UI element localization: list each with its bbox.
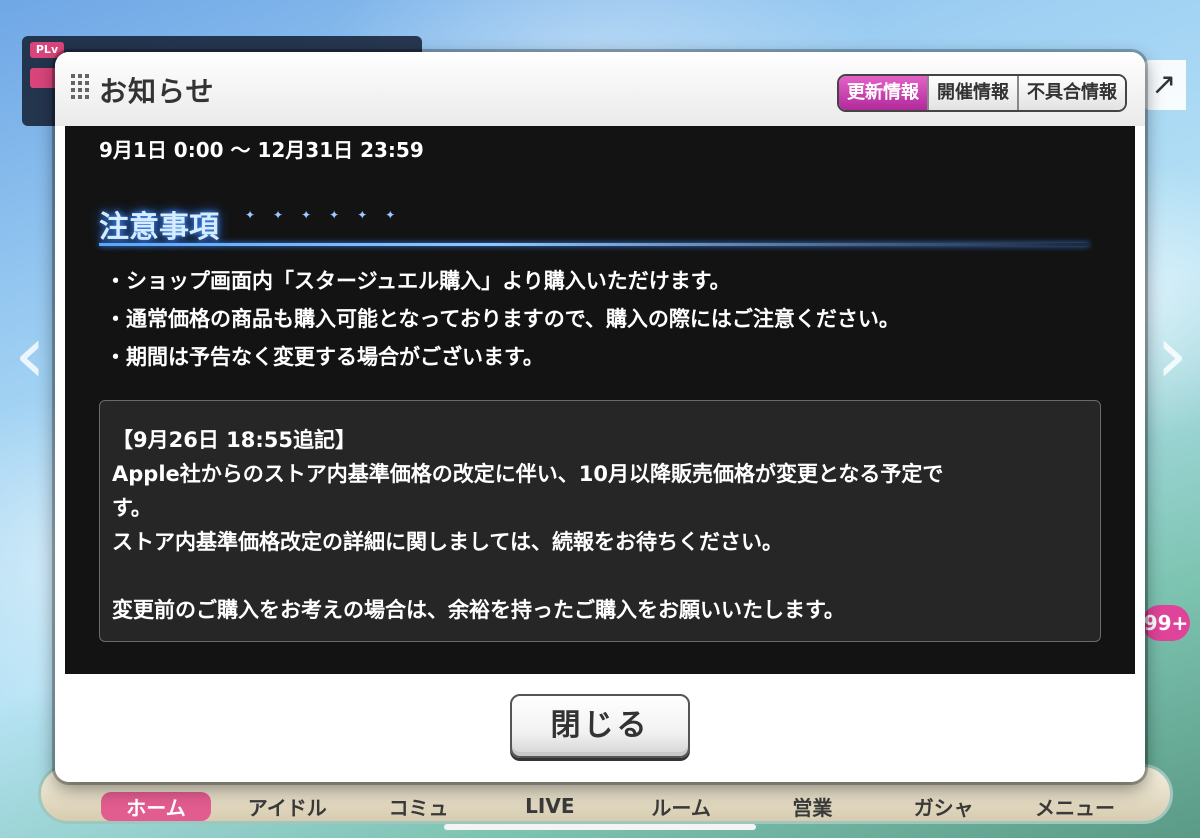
nav-business[interactable]: 営業 [757,792,867,821]
nav-live[interactable]: LIVE [495,794,605,818]
list-item: ・ショップ画面内「スタージュエル購入」より購入いただけます。 [105,269,731,293]
addendum-box: 【9月26日 18:55追記】 Apple社からのストア内基準価格の改定に伴い、… [99,400,1101,642]
home-indicator[interactable] [444,824,756,830]
tab-updates[interactable]: 更新情報 [839,76,929,110]
addendum-heading: 【9月26日 18:55追記】 [112,428,356,452]
notice-tabs: 更新情報 開催情報 不具合情報 [837,74,1127,112]
previous-arrow-icon[interactable]: ‹ [10,300,50,410]
nav-gacha[interactable]: ガシャ [889,792,999,821]
dialog-title: お知らせ [99,75,215,108]
dialog-footer: 閉じる [55,674,1145,782]
nav-home[interactable]: ホーム [101,791,211,821]
section-title: 注意事項 [99,210,219,245]
notice-dialog: お知らせ 更新情報 開催情報 不具合情報 9月1日 0:00 〜 12月31日 … [55,52,1145,782]
addendum-line: Apple社からのストア内基準価格の改定に伴い、10月以降販売価格が変更となる予… [112,462,944,486]
addendum-line: ストア内基準価格改定の詳細に関しましては、続報をお待ちください。 [112,530,783,554]
tab-events[interactable]: 開催情報 [929,76,1019,110]
sparkle-decoration-icon: ✦✦✦✦✦✦ [245,208,414,222]
nav-commu[interactable]: コミュ [364,792,474,821]
list-item: ・期間は予告なく変更する場合がございます。 [105,345,544,369]
section-divider [99,243,1089,246]
notice-content[interactable]: 9月1日 0:00 〜 12月31日 23:59 注意事項 ✦✦✦✦✦✦ ・ショ… [65,126,1135,674]
nav-idol[interactable]: アイドル [232,792,342,821]
nav-menu[interactable]: メニュー [1020,792,1130,821]
dialog-header: お知らせ 更新情報 開催情報 不具合情報 [55,52,1145,126]
addendum-line: す。 [112,496,152,520]
close-button[interactable]: 閉じる [510,694,690,758]
nav-room[interactable]: ルーム [626,792,736,821]
share-icon[interactable]: ↗ [1142,60,1186,110]
notes-list: ・ショップ画面内「スタージュエル購入」より購入いただけます。 ・通常価格の商品も… [105,262,900,376]
tab-bugs[interactable]: 不具合情報 [1019,76,1125,110]
event-period: 9月1日 0:00 〜 12月31日 23:59 [99,138,424,162]
addendum-line: 変更前のご購入をお考えの場合は、余裕を持ったご購入をお願いいたします。 [112,598,845,622]
next-arrow-icon[interactable]: › [1152,300,1192,410]
notification-count-badge: 99+ [1142,605,1190,641]
list-item: ・通常価格の商品も購入可能となっておりますので、購入の際にはご注意ください。 [105,307,900,331]
grip-icon [71,74,91,106]
